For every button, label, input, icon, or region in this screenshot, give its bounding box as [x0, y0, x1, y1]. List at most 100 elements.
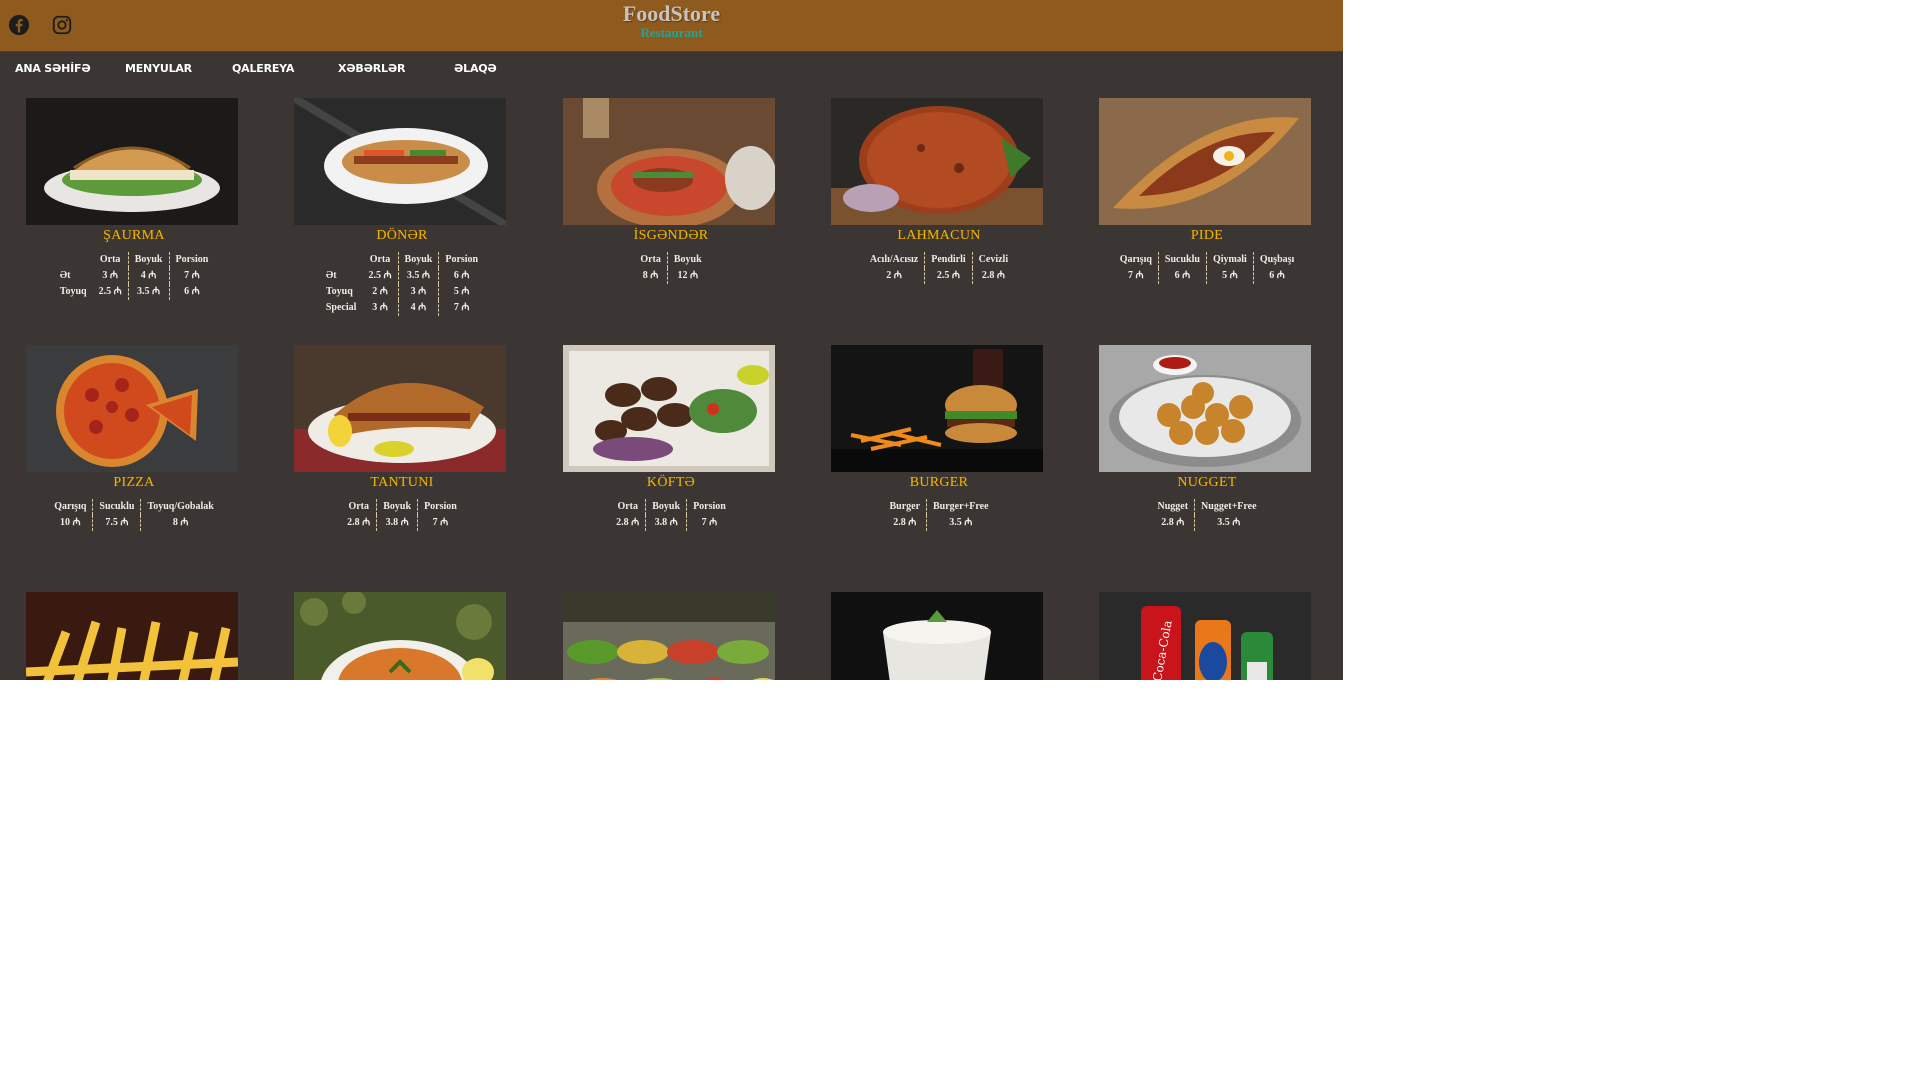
price-cell: 4 ₼	[397, 300, 439, 316]
menu-image-tantuni[interactable]	[294, 345, 506, 472]
price-row: 2.8 ₼ 3.5 ₼	[883, 515, 995, 531]
price-column-header: Orta	[99, 254, 121, 265]
price-row: 2.8 ₼ 3.8 ₼ 7 ₼	[341, 515, 463, 531]
price-table-wrap: Acılı/Acısız Pendirli Cevizli 2 ₼ 2.5 ₼ 2.8 ₼	[805, 252, 1073, 284]
price-column-header: Nugget	[1157, 501, 1189, 512]
price-column-header: Orta	[617, 501, 638, 512]
price-row: Toyuq 2.5 ₼ 3.5 ₼ 6 ₼	[54, 284, 215, 300]
price-column-header: Qarışıq	[1119, 254, 1152, 265]
menu-image-nugget[interactable]	[1099, 345, 1311, 472]
price-table: Acılı/Acısız Pendirli Cevizli 2 ₼ 2.5 ₼ 2.8 ₼	[864, 252, 1015, 284]
header-bar: FoodStore Restaurant	[0, 0, 1343, 52]
price-cell: 8 ₼	[140, 515, 220, 531]
price-cell: 7.5 ₼	[92, 515, 141, 531]
menu-image-kofte[interactable]	[563, 345, 775, 472]
price-row-label: Ət	[59, 270, 71, 281]
price-cell: 8 ₼	[642, 270, 659, 281]
site-subtitle: Restaurant	[640, 25, 703, 40]
price-cell: 6 ₼	[1252, 268, 1301, 284]
price-column-header: Quşbaşı	[1252, 252, 1301, 268]
price-column-header: Sucuklu	[1157, 252, 1207, 268]
price-header-row: Qarışıq Sucuklu Qiyməli Quşbaşı	[1114, 252, 1301, 268]
nav-gallery[interactable]: QALEREYA	[232, 62, 294, 75]
menu-title: DÖNƏR	[376, 228, 428, 243]
price-cell: 7 ₼	[168, 268, 215, 284]
price-header-row: Orta Boyuk Porsion	[54, 252, 215, 268]
price-row: 2.8 ₼ 3.8 ₼ 7 ₼	[610, 515, 732, 531]
price-cell: 3 ₼	[102, 270, 118, 281]
nav-menus[interactable]: MENYULAR	[125, 62, 192, 75]
price-cell: 3 ₼	[397, 284, 439, 300]
price-row-label: Toyuq	[59, 286, 87, 297]
nav-news[interactable]: XƏBƏRLƏR	[338, 62, 405, 75]
price-row: Toyuq 2 ₼ 3 ₼ 5 ₼	[320, 284, 485, 300]
price-table-wrap: Orta Boyuk Porsion Ət 3 ₼ 4 ₼ 7 ₼ Toyuq 2.5 ₼ 3.5…	[0, 252, 268, 300]
price-cell: 3.5 ₼	[397, 268, 439, 284]
price-cell: 2.5 ₼	[924, 268, 973, 284]
price-cell: 2.8 ₼	[893, 517, 917, 528]
menu-image-burger[interactable]	[831, 345, 1043, 472]
price-column-header: Nugget+Free	[1194, 499, 1263, 515]
price-cell: 7 ₼	[1128, 270, 1144, 281]
price-column-header: Qiyməli	[1205, 252, 1254, 268]
price-cell: 2 ₼	[372, 286, 388, 297]
price-cell: 10 ₼	[60, 517, 81, 528]
price-header-row: Orta Boyuk Porsion	[320, 252, 485, 268]
price-cell: 2.8 ₼	[347, 517, 371, 528]
menu-title: LAHMACUN	[897, 228, 981, 243]
price-cell: 2.8 ₼	[971, 268, 1015, 284]
price-column-header: Pendirli	[924, 252, 973, 268]
price-row-label: Toyuq	[325, 286, 353, 297]
menu-image-pizza[interactable]	[26, 345, 238, 472]
price-column-header: Orta	[640, 254, 661, 265]
price-cell: 2.8 ₼	[1161, 517, 1185, 528]
menu-title: PIZZA	[113, 475, 155, 490]
menu-image-doner[interactable]	[294, 98, 506, 225]
price-table-wrap: Qarışıq Sucuklu Toyuq/Gobalak 10 ₼ 7.5 ₼ 8 ₼	[0, 499, 268, 531]
menu-image-fries[interactable]	[26, 592, 238, 680]
nav-home[interactable]: ANA SƏHİFƏ	[15, 62, 91, 75]
price-column-header: Boyuk	[645, 499, 687, 515]
price-row: Ət 3 ₼ 4 ₼ 7 ₼	[54, 268, 215, 284]
price-column-header: Toyuq/Gobalak	[140, 499, 220, 515]
menu-image-isgender[interactable]	[563, 98, 775, 225]
price-cell: 6 ₼	[1157, 268, 1207, 284]
price-cell: 2.5 ₼	[368, 270, 392, 281]
menu-title: ŞAURMA	[103, 228, 165, 243]
price-row: Special 3 ₼ 4 ₼ 7 ₼	[320, 300, 485, 316]
price-header-row: Qarışıq Sucuklu Toyuq/Gobalak	[48, 499, 220, 515]
price-cell: 5 ₼	[438, 284, 485, 300]
price-table-wrap: Burger Burger+Free 2.8 ₼ 3.5 ₼	[805, 499, 1073, 531]
page: FoodStore Restaurant ANA SƏHİFƏ MENYULAR…	[0, 0, 1343, 680]
price-column-header: Burger	[889, 501, 921, 512]
menu-image-pide[interactable]	[1099, 98, 1311, 225]
price-row-label: Ət	[325, 270, 337, 281]
menu-image-soup[interactable]	[294, 592, 506, 680]
price-header-row: Orta Boyuk Porsion	[610, 499, 732, 515]
menu-image-drinks[interactable]: Coca-Cola	[1099, 592, 1311, 680]
price-cell: 3.5 ₼	[1194, 515, 1263, 531]
price-table: Nugget Nugget+Free 2.8 ₼ 3.5 ₼	[1151, 499, 1263, 531]
menu-title: NUGGET	[1177, 475, 1237, 490]
menu-image-salad[interactable]	[563, 592, 775, 680]
menu-title: TANTUNI	[370, 475, 434, 490]
menu-title: KÖFTƏ	[646, 475, 696, 490]
price-column-header: Cevizli	[971, 252, 1015, 268]
price-cell: 7 ₼	[686, 515, 732, 531]
price-cell: 3.5 ₼	[127, 284, 169, 300]
menu-title: İSGƏNDƏR	[633, 228, 709, 243]
menu-image-ayran[interactable]	[831, 592, 1043, 680]
menu-image-shaurma[interactable]	[26, 98, 238, 225]
price-cell: 4 ₼	[127, 268, 169, 284]
price-column-header: Boyuk	[127, 252, 169, 268]
price-column-header: Porsion	[686, 499, 732, 515]
price-cell: 3 ₼	[372, 302, 388, 313]
price-column-header: Boyuk	[666, 252, 708, 268]
price-table-wrap: Qarışıq Sucuklu Qiyməli Quşbaşı 7 ₼ 6 ₼ 5 ₼ 6 ₼	[1073, 252, 1341, 284]
menu-image-lahmacun[interactable]	[831, 98, 1043, 225]
nav-contact[interactable]: ƏLAQƏ	[454, 62, 497, 75]
price-table: Orta Boyuk Porsion 2.8 ₼ 3.8 ₼ 7 ₼	[610, 499, 732, 531]
price-column-header: Sucuklu	[92, 499, 141, 515]
main-nav: ANA SƏHİFƏ MENYULAR QALEREYA XƏBƏRLƏR ƏL…	[0, 52, 1343, 88]
price-header-row: Orta Boyuk	[634, 252, 708, 268]
